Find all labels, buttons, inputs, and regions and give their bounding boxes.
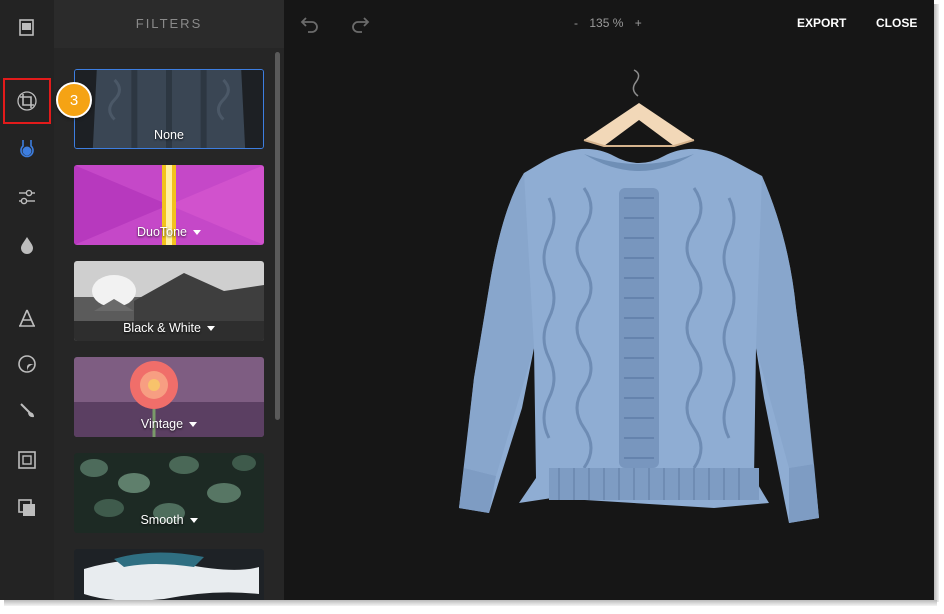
library-icon[interactable] — [9, 9, 45, 45]
sweater-photo — [459, 69, 819, 523]
panel-title: FILTERS — [54, 0, 284, 48]
filter-label: Vintage — [140, 417, 184, 431]
filter-black-white[interactable]: Black & White — [74, 261, 264, 341]
top-bar: - 135 % + EXPORT CLOSE — [284, 0, 934, 48]
chevron-down-icon[interactable] — [206, 326, 215, 332]
filter-label: None — [154, 128, 184, 142]
filter-duotone[interactable]: DuoTone — [74, 165, 264, 245]
filter-next[interactable] — [74, 549, 264, 600]
window-shadow — [934, 4, 939, 602]
filter-icon[interactable] — [9, 130, 45, 166]
adjust-icon[interactable] — [9, 179, 45, 215]
filter-none[interactable]: None — [74, 69, 264, 149]
frame-icon[interactable] — [9, 442, 45, 478]
chevron-down-icon[interactable] — [193, 230, 202, 236]
filter-label: Smooth — [140, 513, 184, 527]
overlay-icon[interactable] — [9, 490, 45, 526]
filter-smooth[interactable]: Smooth — [74, 453, 264, 533]
undo-icon[interactable] — [298, 12, 322, 36]
window-shadow — [4, 600, 937, 606]
photo-editor-window: 3 FILTERS None DuoTone Black & White Vin… — [0, 0, 934, 600]
filter-vintage[interactable]: Vintage — [74, 357, 264, 437]
filter-label: DuoTone — [136, 225, 188, 239]
brush-icon[interactable] — [9, 393, 45, 429]
filter-label: Black & White — [123, 321, 201, 335]
filter-thumbnail — [74, 549, 264, 600]
image-canvas[interactable] — [284, 48, 934, 600]
chevron-down-icon[interactable] — [189, 422, 198, 428]
sticker-icon[interactable] — [9, 346, 45, 382]
zoom-control: - 135 % + — [570, 16, 646, 30]
chevron-down-icon[interactable] — [189, 518, 198, 524]
panel-scrollbar[interactable] — [275, 52, 280, 420]
zoom-out-button[interactable]: - — [574, 16, 578, 30]
zoom-in-button[interactable]: + — [635, 16, 642, 30]
export-button[interactable]: EXPORT — [797, 16, 846, 30]
zoom-level: 135 % — [589, 16, 624, 30]
redo-icon[interactable] — [348, 12, 372, 36]
step-badge: 3 — [56, 82, 92, 118]
tool-sidebar — [0, 0, 54, 600]
focus-icon[interactable] — [9, 227, 45, 263]
close-button[interactable]: CLOSE — [876, 16, 917, 30]
crop-icon[interactable] — [3, 78, 51, 124]
text-icon[interactable] — [9, 300, 45, 336]
